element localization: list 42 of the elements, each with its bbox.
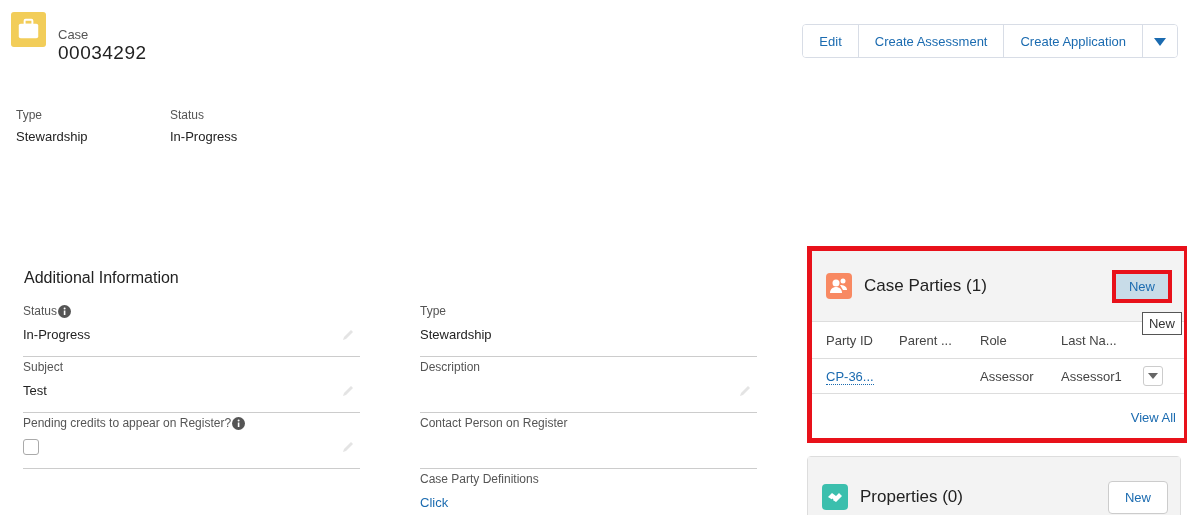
field-value: In-Progress (23, 327, 91, 342)
people-icon (826, 273, 852, 299)
table-cell-text: Assessor1 (1061, 368, 1123, 384)
pencil-icon[interactable] (342, 384, 354, 397)
field-label: Status (170, 108, 206, 122)
field-value: In-Progress (170, 129, 239, 144)
column-header[interactable]: Party ID (826, 332, 899, 348)
caret-icon (1154, 37, 1166, 46)
table-cell-text: Assessor (980, 368, 1035, 384)
more-actions-button[interactable] (1142, 25, 1177, 57)
field-label: Type (16, 108, 43, 122)
briefcase-icon (11, 12, 46, 47)
field-label: Pending credits to appear on Register? (23, 416, 232, 430)
checkbox[interactable] (23, 438, 39, 455)
pencil-icon[interactable] (342, 328, 354, 341)
field-label: Description (420, 360, 482, 374)
pencil-icon[interactable] (739, 384, 751, 397)
column-header[interactable]: Last Na... (1061, 332, 1143, 348)
field-link[interactable]: Click (420, 495, 449, 510)
card-title: Case Parties (1) (864, 276, 988, 296)
object-label: Case (58, 27, 90, 42)
new-button[interactable]: New (1108, 480, 1168, 514)
card-title: Properties (0) (860, 487, 964, 507)
column-header[interactable]: Parent ... (899, 332, 980, 348)
tooltip: New (1142, 311, 1182, 335)
new-button[interactable]: New (1112, 269, 1172, 303)
section-title: Additional Information (24, 269, 180, 287)
field-value: Stewardship (16, 129, 89, 144)
party-id-link[interactable]: CP-36... (826, 368, 874, 385)
field-label: Status (23, 304, 58, 318)
view-all-link[interactable]: View All (1130, 410, 1176, 428)
field-label: Case Party Definitions (420, 472, 540, 486)
field-value: Test (23, 383, 47, 398)
record-number: 00034292 (58, 42, 147, 64)
column-header[interactable]: Role (980, 332, 1061, 348)
caret-icon (1148, 373, 1158, 379)
field-label: Type (420, 304, 447, 318)
field-value: Stewardship (420, 327, 492, 342)
field-label: Subject (23, 360, 64, 374)
row-menu-button[interactable] (1143, 366, 1163, 386)
field-label: Contact Person on Register (420, 416, 569, 430)
pencil-icon[interactable] (342, 440, 354, 453)
